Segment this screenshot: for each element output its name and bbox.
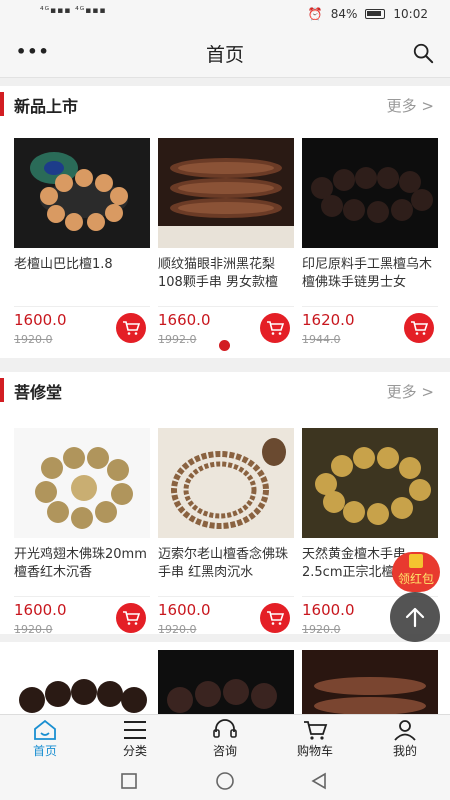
- tab-cart[interactable]: 购物车: [270, 715, 360, 760]
- product-old-price: 1920.0: [14, 623, 53, 636]
- product-name: 印尼原料手工黑檀乌木檀佛珠手链男士女: [302, 257, 433, 290]
- product-card[interactable]: 顺纹猫眼非洲黑花梨108颗手串 男女款檀 1660.0 1992.0: [158, 138, 294, 350]
- tab-consult[interactable]: 咨询: [180, 715, 270, 760]
- tab-label: 首页: [32, 744, 57, 758]
- product-card[interactable]: 印尼原料手工黑檀乌木檀佛珠手链男士女 1620.0 1944.0: [302, 138, 438, 350]
- product-price: 1660.0: [158, 311, 211, 329]
- status-bar: ⁴ᴳ▪▪▪ ⁴ᴳ▪▪▪ ⏰ 84% 10:02: [0, 0, 450, 28]
- tab-label: 购物车: [296, 744, 333, 758]
- section-header: 新品上市 更多 >: [0, 86, 450, 124]
- red-packet-label: 领红包: [397, 572, 434, 586]
- product-price: 1620.0: [302, 311, 355, 329]
- home-icon: [34, 719, 56, 740]
- red-envelope-icon: [409, 554, 423, 568]
- cart-icon: [411, 321, 428, 335]
- section-title: 新品上市: [14, 97, 79, 116]
- product-price: 1600.0: [158, 601, 211, 619]
- system-nav-bar: [0, 760, 450, 800]
- status-right: ⏰ 84% 10:02: [308, 7, 428, 21]
- cart-icon: [123, 611, 140, 625]
- product-old-price: 1992.0: [158, 333, 197, 346]
- product-image[interactable]: [158, 650, 294, 714]
- page-title: 首页: [205, 44, 244, 66]
- cart-icon: [123, 321, 140, 335]
- product-card[interactable]: [14, 650, 150, 714]
- product-image[interactable]: [302, 650, 438, 714]
- tab-profile[interactable]: 我的: [360, 715, 450, 760]
- list-icon: [124, 721, 146, 739]
- product-price: 1600.0: [14, 601, 67, 619]
- product-card[interactable]: [158, 650, 294, 714]
- price-row: 1600.0 1920.0: [14, 596, 150, 640]
- tab-label: 咨询: [212, 744, 237, 758]
- product-name: 老檀山巴比檀1.8: [14, 257, 113, 272]
- carousel-indicator[interactable]: [219, 340, 230, 351]
- section-title: 菩修堂: [14, 383, 63, 402]
- price-row: 1600.0 1920.0: [14, 306, 150, 350]
- product-old-price: 1944.0: [302, 333, 341, 346]
- recents-icon[interactable]: [120, 772, 138, 790]
- product-name: 开光鸡翅木佛珠20mm檀香红木沉香: [14, 547, 147, 580]
- product-card[interactable]: 开光鸡翅木佛珠20mm檀香红木沉香 1600.0 1920.0: [14, 428, 150, 640]
- add-to-cart-button[interactable]: [116, 313, 146, 343]
- app-header: ••• 首页: [0, 28, 450, 78]
- product-image[interactable]: [14, 428, 150, 538]
- cart-icon: [267, 321, 284, 335]
- product-image[interactable]: [302, 428, 438, 538]
- search-icon[interactable]: [412, 42, 434, 64]
- product-image[interactable]: [302, 138, 438, 248]
- cart-icon: [267, 611, 284, 625]
- add-to-cart-button[interactable]: [404, 313, 434, 343]
- add-to-cart-button[interactable]: [116, 603, 146, 633]
- alarm-icon: ⏰: [307, 7, 323, 21]
- section-header: 菩修堂 更多 >: [0, 372, 450, 410]
- product-image[interactable]: [158, 138, 294, 248]
- product-image[interactable]: [14, 650, 150, 714]
- product-old-price: 1920.0: [302, 623, 341, 636]
- arrow-up-icon: [405, 607, 425, 628]
- product-old-price: 1920.0: [158, 623, 197, 636]
- product-card[interactable]: 迈索尔老山檀香念佛珠手串 红黑肉沉水 1600.0 1920.0: [158, 428, 294, 640]
- product-price: 1600.0: [14, 311, 67, 329]
- headset-icon: [213, 719, 237, 738]
- bottom-tab-bar: 首页 分类 咨询 购物车 我的: [0, 714, 450, 760]
- price-row: 1600.0 1920.0: [158, 596, 294, 640]
- product-image[interactable]: [158, 428, 294, 538]
- add-to-cart-button[interactable]: [260, 603, 290, 633]
- clock: 10:02: [393, 7, 428, 21]
- product-card[interactable]: 老檀山巴比檀1.8 1600.0 1920.0: [14, 138, 150, 350]
- section-accent-bar: [0, 378, 4, 402]
- tab-category[interactable]: 分类: [90, 715, 180, 760]
- add-to-cart-button[interactable]: [260, 313, 290, 343]
- product-row: 老檀山巴比檀1.8 1600.0 1920.0 顺纹猫眼非洲黑花梨108颗手串 …: [0, 138, 450, 350]
- product-name: 顺纹猫眼非洲黑花梨108颗手串 男女款檀: [158, 257, 278, 290]
- section-puxiutang: 菩修堂 更多 > 开光鸡翅木佛珠20mm檀香红木沉香 1600.0 1920.0: [0, 372, 450, 636]
- product-row: [0, 650, 450, 714]
- price-row: 1620.0 1944.0: [302, 306, 438, 350]
- tab-home[interactable]: 首页: [0, 715, 90, 760]
- red-packet-button[interactable]: 领红包: [392, 552, 440, 592]
- product-image[interactable]: [14, 138, 150, 248]
- product-row: 开光鸡翅木佛珠20mm檀香红木沉香 1600.0 1920.0 迈索尔老山檀香念…: [0, 428, 450, 640]
- signal-indicator: ⁴ᴳ▪▪▪ ⁴ᴳ▪▪▪: [40, 6, 107, 16]
- cart-icon: [304, 721, 328, 740]
- product-old-price: 1920.0: [14, 333, 53, 346]
- tab-label: 分类: [122, 744, 147, 758]
- more-link[interactable]: 更多 >: [387, 381, 434, 402]
- section-accent-bar: [0, 92, 4, 116]
- section-new-arrivals: 新品上市 更多 > 老檀山巴比檀1.8 1600.0 1920.0 顺纹猫眼非洲…: [0, 86, 450, 358]
- product-name: 迈索尔老山檀香念佛珠手串 红黑肉沉水: [158, 547, 289, 580]
- back-icon[interactable]: [310, 772, 328, 790]
- product-card[interactable]: [302, 650, 438, 714]
- home-nav-icon[interactable]: [215, 772, 235, 792]
- battery-percent: 84%: [330, 7, 358, 21]
- battery-icon: [365, 9, 386, 19]
- section-partial: [0, 642, 450, 714]
- tab-label: 我的: [392, 744, 417, 758]
- user-icon: [394, 720, 416, 741]
- more-link[interactable]: 更多 >: [387, 95, 434, 116]
- product-price: 1600.0: [302, 601, 355, 619]
- back-to-top-button[interactable]: [390, 592, 440, 642]
